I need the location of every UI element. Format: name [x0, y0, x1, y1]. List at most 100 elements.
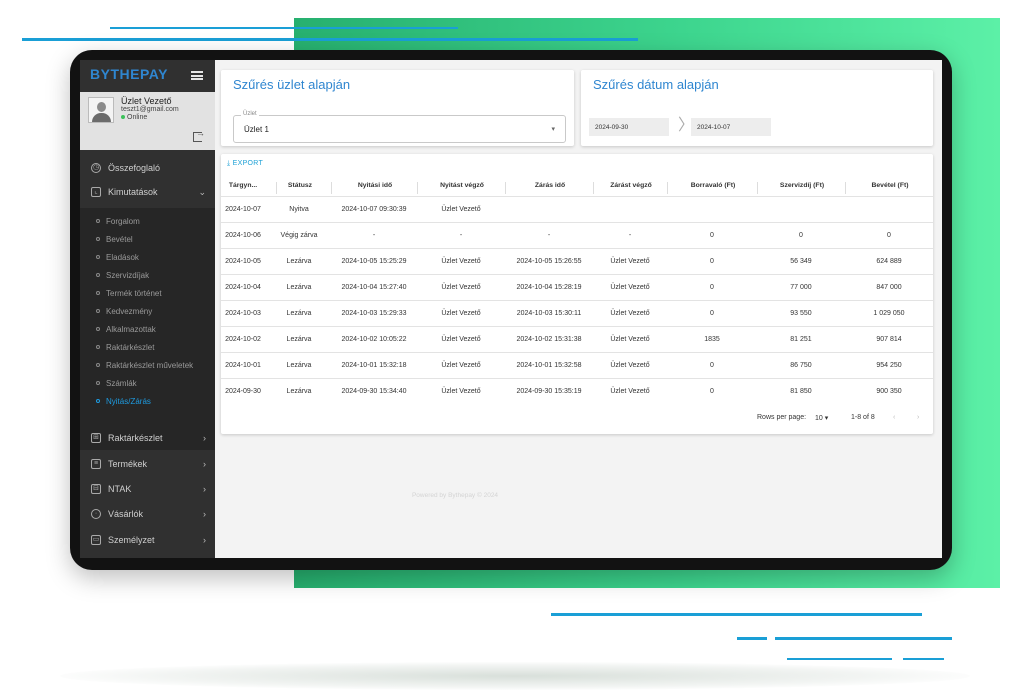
- decor-line: [737, 637, 767, 640]
- submenu-item-raktarkeszlet[interactable]: Raktárkészlet: [80, 338, 215, 356]
- column-header[interactable]: Státusz: [276, 182, 323, 194]
- sidebar-item-vasarlok[interactable]: · Vásárlók ›: [80, 502, 215, 526]
- bullet-icon: [96, 381, 100, 385]
- table-cell: Üzlet Vezető: [610, 336, 650, 343]
- sidebar-item-raktarkeszlet[interactable]: ⊞ Raktárkészlet ›: [80, 426, 215, 450]
- profile-status-label: Online: [127, 114, 148, 121]
- dropdown-arrow-icon: ▾: [551, 126, 555, 133]
- date-from-field[interactable]: 2024-09-30: [589, 118, 669, 136]
- table-cell: [757, 197, 845, 223]
- sidebar-item-szemelyzet[interactable]: ▭ Személyzet ›: [80, 528, 215, 552]
- bullet-icon: [96, 255, 100, 259]
- chevron-right-icon[interactable]: ›: [917, 414, 919, 421]
- bullet-icon: [96, 273, 100, 277]
- bullet-icon: [96, 237, 100, 241]
- submenu-item-kedvezmeny[interactable]: Kedvezmény: [80, 302, 215, 320]
- submenu-label: Eladások: [106, 252, 139, 262]
- submenu-item-bevetel[interactable]: Bevétel: [80, 230, 215, 248]
- table-cell: 2024-10-07: [225, 206, 261, 213]
- column-header[interactable]: Tárgyn...: [221, 182, 265, 194]
- column-header[interactable]: Nyitást végző: [417, 182, 506, 194]
- table-cell: Lezárva: [286, 362, 312, 369]
- table-cell: 2024-10-02 10:05:22: [341, 336, 407, 343]
- bullet-icon: [96, 399, 100, 403]
- clock-icon: ◷: [91, 163, 101, 173]
- column-header[interactable]: Nyitási idő: [331, 182, 418, 194]
- table-cell: 2024-10-01 15:32:58: [516, 362, 582, 369]
- table-row[interactable]: 2024-09-30 Lezárva 2024-09-30 15:34:40 Üzle…: [221, 378, 933, 405]
- footer-text: Powered by Bythepay © 2024: [411, 492, 499, 499]
- table-cell: 93 550: [790, 310, 812, 317]
- table-cell: 847 000: [876, 284, 902, 291]
- table-cell: 0: [710, 362, 714, 369]
- table-cell: -: [372, 232, 376, 239]
- table-cell: 2024-10-04 15:27:40: [341, 284, 407, 291]
- table-cell: Lezárva: [286, 258, 312, 265]
- table-cell: 2024-10-04 15:28:19: [516, 284, 582, 291]
- table-cell: 2024-10-05 15:25:29: [341, 258, 407, 265]
- submenu-item-eladasok[interactable]: Eladások: [80, 248, 215, 266]
- grid-icon: ⊞: [91, 433, 101, 443]
- column-header[interactable]: Zárás idő: [505, 182, 594, 194]
- table-row[interactable]: 2024-10-07 Nyitva 2024-10-07 09:30:39 Üzlet…: [221, 196, 933, 223]
- shop-filter-title: Szűrés üzlet alapján: [233, 77, 351, 92]
- sidebar-item-osszefoglalo[interactable]: ◷ Összefoglaló: [80, 156, 215, 180]
- sidebar-item-label: Vásárlók: [108, 509, 144, 519]
- table-cell: 0: [710, 388, 714, 395]
- decor-line: [787, 658, 892, 660]
- column-header[interactable]: Borravaló (Ft): [667, 182, 758, 194]
- sidebar-item-label: Raktárkészlet: [108, 433, 163, 443]
- submenu-item-szervizdijak[interactable]: Szervizdíjak: [80, 266, 215, 284]
- table-cell: Üzlet Vezető: [441, 388, 481, 395]
- table-row[interactable]: 2024-10-05 Lezárva 2024-10-05 15:25:29 Üzle…: [221, 248, 933, 275]
- device-shadow: [60, 662, 970, 690]
- table-cell: 2024-10-02 15:31:38: [516, 336, 582, 343]
- menu-icon[interactable]: [191, 71, 203, 80]
- table-cell: Üzlet Vezető: [610, 258, 650, 265]
- table-row[interactable]: 2024-10-02 Lezárva 2024-10-02 10:05:22 Üzle…: [221, 326, 933, 353]
- chevron-right-icon: ›: [203, 484, 206, 494]
- submenu-item-forgalom[interactable]: Forgalom: [80, 212, 215, 230]
- date-to-field[interactable]: 2024-10-07: [691, 118, 771, 136]
- submenu-label: Kedvezmény: [106, 306, 153, 316]
- submenu-label: Forgalom: [106, 216, 140, 226]
- table-cell: 2024-10-05 15:26:55: [516, 258, 582, 265]
- table-cell: Végig zárva: [280, 232, 318, 239]
- submenu-item-alkalmazottak[interactable]: Alkalmazottak: [80, 320, 215, 338]
- table-cell: -: [459, 232, 463, 239]
- table-cell: Üzlet Vezető: [610, 310, 650, 317]
- column-header[interactable]: Szervizdíj (Ft): [757, 182, 846, 194]
- column-header[interactable]: Zárást végző: [593, 182, 668, 194]
- table-cell: 2024-09-30: [225, 388, 261, 395]
- table-row[interactable]: 2024-10-04 Lezárva 2024-10-04 15:27:40 Üzle…: [221, 274, 933, 301]
- export-button[interactable]: ⤓ EXPORT: [227, 160, 263, 168]
- decor-line: [22, 38, 638, 41]
- submenu-item-termek-tortenet[interactable]: Termék történet: [80, 284, 215, 302]
- submenu-kimutatasok: Forgalom Bevétel Eladások Szervizdíjak T…: [80, 208, 215, 450]
- column-header[interactable]: Bevétel (Ft): [845, 182, 934, 194]
- submenu-label: Termék történet: [106, 288, 162, 298]
- logout-icon[interactable]: [193, 128, 205, 142]
- bullet-icon: [96, 291, 100, 295]
- shop-select[interactable]: Üzlet Üzlet 1 ▾: [233, 111, 566, 143]
- sidebar-item-ntak[interactable]: ⊟ NTAK ›: [80, 477, 215, 501]
- sidebar-item-kimutatasok[interactable]: ⌞ Kimutatások ⌄: [80, 180, 215, 204]
- table-cell: 2024-10-04: [225, 284, 261, 291]
- chevron-down-icon: ⌄: [198, 186, 206, 197]
- submenu-item-szamlak[interactable]: Számlák: [80, 374, 215, 392]
- sidebar-item-termekek[interactable]: ≡ Termékek ›: [80, 452, 215, 476]
- table-row[interactable]: 2024-10-06 Végig zárva - - - - 0 0 0: [221, 222, 933, 249]
- brand-logo[interactable]: BYTHEPAY: [90, 66, 168, 82]
- chevron-right-icon: ›: [203, 535, 206, 545]
- submenu-item-raktarkeszlet-muveletek[interactable]: Raktárkészlet műveletek: [80, 356, 215, 374]
- table-row[interactable]: 2024-10-01 Lezárva 2024-10-01 15:32:18 Üzle…: [221, 352, 933, 379]
- sidebar-item-label: NTAK: [108, 484, 132, 494]
- chevron-left-icon[interactable]: ‹: [893, 414, 895, 421]
- table-cell: 954 250: [876, 362, 902, 369]
- table-row[interactable]: 2024-10-03 Lezárva 2024-10-03 15:29:33 Üzle…: [221, 300, 933, 327]
- rows-per-page-select[interactable]: 10 ▾: [815, 414, 828, 422]
- profile-email: teszt1@gmail.com: [121, 106, 179, 113]
- submenu-label: Szervizdíjak: [106, 270, 150, 280]
- rows-per-page-label: Rows per page:: [757, 414, 807, 421]
- submenu-item-nyitas-zaras[interactable]: Nyitás/Zárás: [80, 392, 215, 410]
